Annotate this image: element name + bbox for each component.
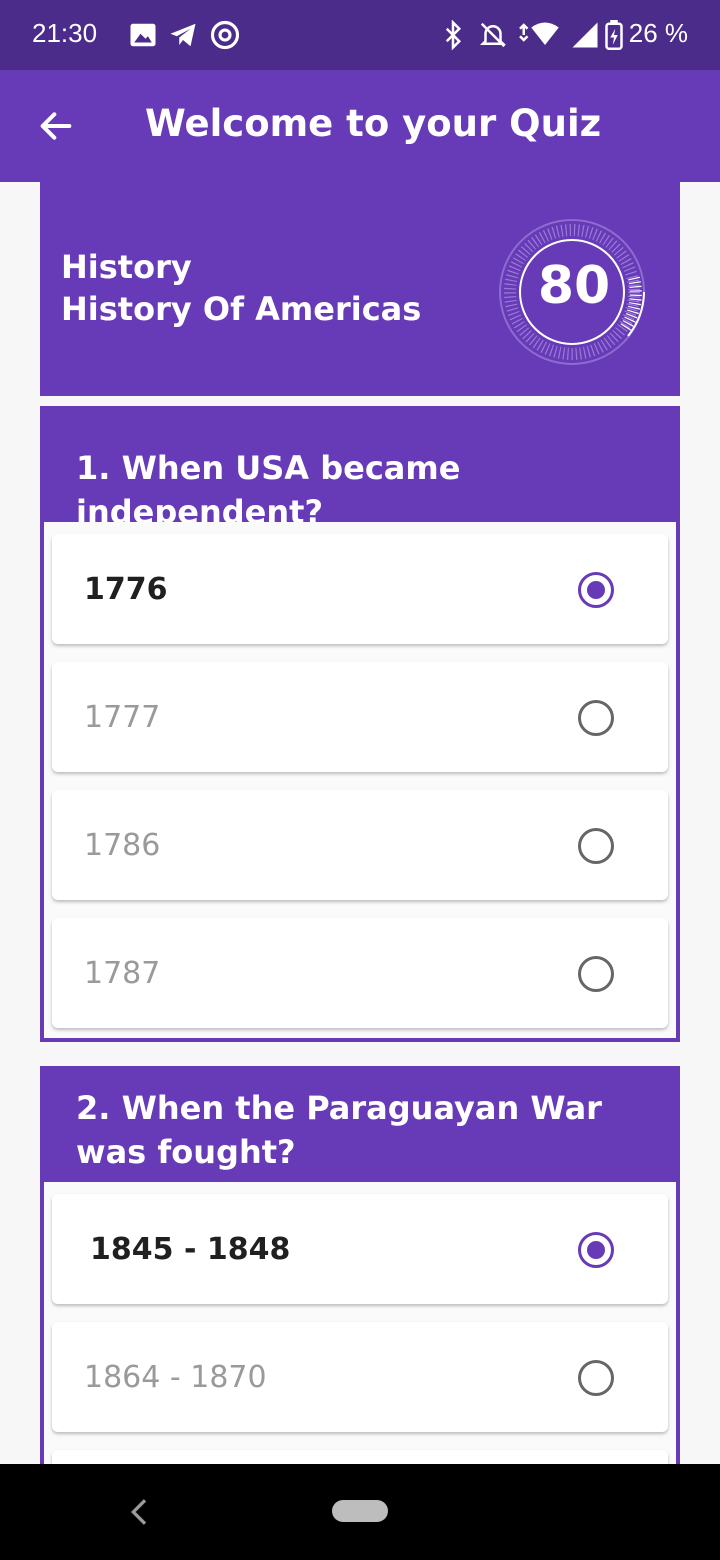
option-label: 1845 - 1848 [90, 1232, 291, 1267]
nav-home-button[interactable] [332, 1500, 388, 1522]
countdown-timer: 80 [496, 218, 652, 366]
question-card: 1. When USA became independent? 1776 177… [40, 406, 680, 1042]
quiz-topic: History Of Americas [61, 290, 422, 328]
battery-icon [605, 20, 623, 50]
back-button[interactable] [34, 104, 78, 148]
option-label: 1864 - 1870 [84, 1360, 267, 1395]
telegram-icon [170, 23, 196, 47]
status-bar: 21:30 26 % [0, 0, 720, 70]
page-title: Welcome to your Quiz [145, 102, 602, 145]
answer-option[interactable]: 1845 - 1848 [52, 1194, 668, 1304]
status-time: 21:30 [32, 18, 98, 48]
options-list: 1776 1777 1786 1787 [44, 522, 676, 1038]
nav-back-icon[interactable] [120, 1492, 160, 1532]
radio-selected-icon[interactable] [578, 1232, 614, 1268]
question-card: 2. When the Paraguayan War was fought? 1… [40, 1066, 680, 1560]
question-title: 2. When the Paraguayan War was fought? [76, 1089, 602, 1171]
options-list: 1845 - 1848 1864 - 1870 [44, 1182, 676, 1560]
question-title: 1. When USA became independent? [76, 449, 461, 531]
wifi-icon [519, 22, 559, 45]
radio-unselected-icon[interactable] [578, 700, 614, 736]
answer-option[interactable]: 1787 [52, 918, 668, 1028]
option-label: 1776 [84, 572, 168, 607]
radio-unselected-icon[interactable] [578, 828, 614, 864]
app-bar: Welcome to your Quiz [0, 70, 720, 182]
answer-option[interactable]: 1777 [52, 662, 668, 772]
option-label: 1786 [84, 828, 161, 863]
bell-off-icon [479, 22, 507, 48]
answer-option[interactable]: 1864 - 1870 [52, 1322, 668, 1432]
answer-option[interactable]: 1776 [52, 534, 668, 644]
timer-value: 80 [537, 256, 611, 316]
battery-percent: 26 % [628, 18, 688, 48]
quiz-header-card: History History Of Americas 80 [40, 182, 680, 396]
quiz-subject: History [61, 248, 192, 286]
radio-unselected-icon[interactable] [578, 956, 614, 992]
answer-option[interactable]: 1786 [52, 790, 668, 900]
radio-unselected-icon[interactable] [578, 1360, 614, 1396]
option-label: 1787 [84, 956, 161, 991]
bluetooth-icon [445, 20, 462, 50]
image-icon [130, 23, 156, 47]
signal-icon [572, 22, 598, 48]
radio-selected-icon[interactable] [578, 572, 614, 608]
at-icon [210, 20, 240, 50]
arrow-back-icon [40, 112, 72, 140]
option-label: 1777 [84, 700, 161, 735]
